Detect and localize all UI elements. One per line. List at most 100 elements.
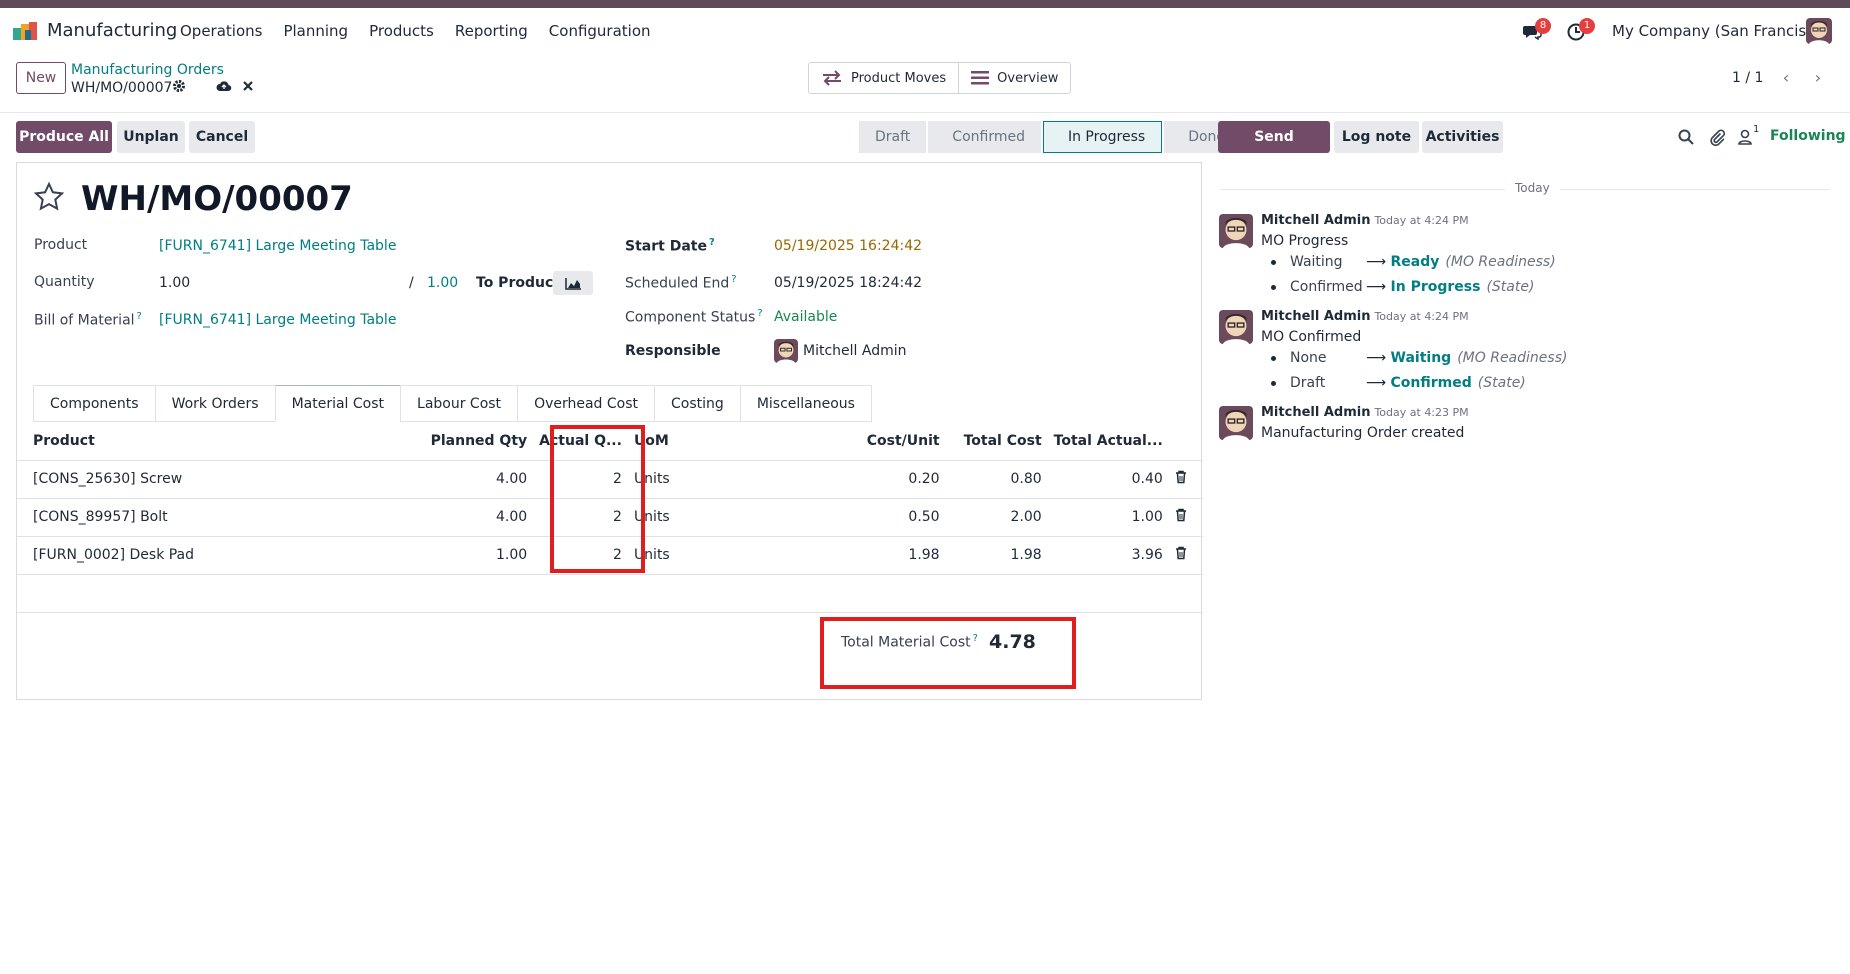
cell-uom[interactable]: Units [627, 460, 790, 499]
cell-delete[interactable] [1168, 460, 1203, 499]
col-product[interactable]: Product [17, 422, 425, 461]
cancel-button[interactable]: Cancel [189, 121, 255, 153]
cell-cost-unit[interactable]: 0.50 [789, 498, 946, 537]
unplan-button[interactable]: Unplan [117, 121, 185, 153]
message-avatar[interactable] [1219, 310, 1253, 344]
stage-in-progress[interactable]: In Progress [1042, 121, 1163, 153]
bom-field[interactable]: [FURN_6741] Large Meeting Table [159, 312, 396, 328]
tab-labour-cost[interactable]: Labour Cost [400, 385, 518, 422]
tab-costing[interactable]: Costing [654, 385, 740, 422]
tab-overhead-cost[interactable]: Overhead Cost [517, 385, 655, 422]
cell-cost-unit[interactable]: 0.20 [789, 460, 946, 499]
cell-uom[interactable]: Units [627, 536, 790, 575]
cell-total-cost[interactable]: 1.98 [945, 536, 1048, 575]
send-message-button[interactable]: Send message [1218, 121, 1330, 177]
manufacturing-app-icon[interactable] [13, 22, 39, 40]
pager-next-icon[interactable]: › [1806, 66, 1830, 90]
message-avatar[interactable] [1219, 406, 1253, 440]
product-field[interactable]: [FURN_6741] Large Meeting Table [159, 238, 396, 254]
tab-miscellaneous[interactable]: Miscellaneous [739, 385, 872, 422]
breadcrumb-parent[interactable]: Manufacturing Orders [71, 62, 224, 78]
col-total-cost[interactable]: Total Cost [945, 422, 1048, 461]
area-chart-icon [565, 278, 581, 290]
record-actions [172, 79, 254, 93]
product-moves-button[interactable]: Product Moves [809, 63, 958, 93]
cell-planned-qty[interactable]: 1.00 [424, 536, 534, 575]
cell-product[interactable]: [CONS_25630] Screw [17, 460, 425, 499]
trash-icon[interactable] [1175, 546, 1187, 560]
cell-delete[interactable] [1168, 536, 1203, 575]
stage-draft[interactable]: Draft [859, 121, 927, 153]
cell-planned-qty[interactable]: 4.00 [424, 498, 534, 537]
scheduled-end-field[interactable]: 05/19/2025 18:24:42 [774, 275, 922, 291]
col-uom[interactable]: UoM [627, 422, 790, 461]
component-status-label: Component Status? [625, 308, 763, 326]
forecast-graph-button[interactable] [553, 271, 593, 295]
search-icon[interactable] [1677, 128, 1695, 146]
log-note-button[interactable]: Log note [1334, 121, 1419, 153]
user-avatar[interactable] [1806, 18, 1832, 44]
cell-total-actual[interactable]: 0.40 [1047, 460, 1169, 499]
gear-icon[interactable] [172, 79, 186, 93]
nav-products[interactable]: Products [369, 22, 434, 40]
new-button[interactable]: New [16, 62, 66, 94]
highlight-total-material-cost [820, 617, 1076, 689]
stage-confirmed[interactable]: Confirmed [928, 121, 1041, 153]
breadcrumb-current: WH/MO/00007 [71, 80, 173, 96]
responsible-label: Responsible [625, 343, 721, 359]
status-bar-stages: Draft Confirmed In Progress Done [859, 121, 1243, 153]
tab-material-cost[interactable]: Material Cost [274, 385, 401, 422]
cloud-save-icon[interactable] [216, 79, 232, 93]
message-author: Mitchell Admin Today at 4:23 PM [1261, 405, 1469, 420]
cell-total-cost[interactable]: 2.00 [945, 498, 1048, 537]
col-total-actual[interactable]: Total Actual... [1047, 422, 1169, 461]
quantity-total[interactable]: 1.00 [427, 275, 458, 291]
favorite-star-icon[interactable] [33, 181, 65, 213]
message-time: Today at 4:24 PM [1374, 214, 1469, 227]
pager-value[interactable]: 1 / 1 [1732, 70, 1763, 86]
start-date-field[interactable]: 05/19/2025 16:24:42 [774, 238, 922, 254]
followers-user-icon[interactable] [1736, 128, 1754, 146]
company-switcher[interactable]: My Company (San Francisco) [1612, 22, 1829, 40]
tracking-value: Draft ⟶ Confirmed (State) [1271, 375, 1526, 391]
following-button[interactable]: Following [1770, 128, 1846, 144]
discard-close-icon[interactable] [242, 80, 254, 92]
pager-previous-icon[interactable]: ‹ [1774, 66, 1798, 90]
tab-work-orders[interactable]: Work Orders [154, 385, 275, 422]
paperclip-icon[interactable] [1708, 128, 1726, 146]
message-body: MO Confirmed [1261, 329, 1362, 345]
produce-all-button[interactable]: Produce All [16, 121, 112, 153]
nav-configuration[interactable]: Configuration [549, 22, 651, 40]
start-date-label: Start Date? [625, 237, 715, 255]
cell-total-cost[interactable]: 0.80 [945, 460, 1048, 499]
product-label: Product [34, 237, 88, 253]
nav-reporting[interactable]: Reporting [455, 22, 528, 40]
col-cost-unit[interactable]: Cost/Unit [789, 422, 946, 461]
nav-operations[interactable]: Operations [180, 22, 262, 40]
product-moves-label: Product Moves [851, 70, 947, 86]
tracking-value: None ⟶ Waiting (MO Readiness) [1271, 350, 1567, 366]
cell-total-actual[interactable]: 1.00 [1047, 498, 1169, 537]
trash-icon[interactable] [1175, 470, 1187, 484]
app-name[interactable]: Manufacturing [47, 20, 177, 41]
nav-planning[interactable]: Planning [283, 22, 348, 40]
trash-icon[interactable] [1175, 508, 1187, 522]
tab-components[interactable]: Components [33, 385, 155, 422]
responsible-field[interactable]: Mitchell Admin [803, 343, 907, 359]
col-planned-qty[interactable]: Planned Qty [424, 422, 534, 461]
list-bars-icon [971, 71, 990, 85]
cell-planned-qty[interactable]: 4.00 [424, 460, 534, 499]
cell-uom[interactable]: Units [627, 498, 790, 537]
cell-cost-unit[interactable]: 1.98 [789, 536, 946, 575]
activities-button[interactable]: Activities [1422, 121, 1503, 153]
totals-separator [17, 612, 1203, 613]
cell-delete[interactable] [1168, 498, 1203, 537]
nav-menu: Operations Planning Products Reporting C… [180, 22, 672, 40]
cell-product[interactable]: [FURN_0002] Desk Pad [17, 536, 425, 575]
quantity-field[interactable]: 1.00 [159, 275, 190, 291]
navbar: Manufacturing Operations Planning Produc… [0, 8, 1850, 54]
cell-total-actual[interactable]: 3.96 [1047, 536, 1169, 575]
cell-product[interactable]: [CONS_89957] Bolt [17, 498, 425, 537]
message-avatar[interactable] [1219, 214, 1253, 248]
overview-button[interactable]: Overview [958, 63, 1070, 93]
